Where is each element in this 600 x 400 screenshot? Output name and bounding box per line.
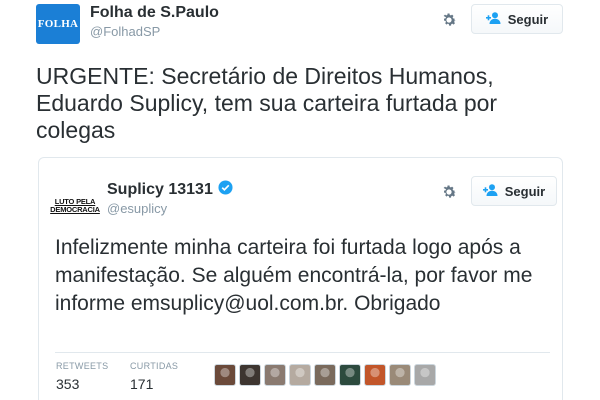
quoted-tweet-card[interactable]: LUTO PELA DEMOCRACIA Suplicy 13131 @esup…	[38, 157, 563, 400]
outer-follow-button[interactable]: Seguir	[471, 4, 563, 34]
gear-icon[interactable]	[439, 182, 459, 202]
liker-avatar[interactable]	[214, 364, 236, 386]
likes-stat[interactable]: CURTIDAS 171	[130, 361, 178, 392]
liker-avatar[interactable]	[364, 364, 386, 386]
folha-avatar-text: FOLHA	[37, 18, 79, 30]
retweets-label: RETWEETS	[56, 361, 109, 371]
follow-person-icon	[485, 11, 502, 27]
liker-avatar[interactable]	[239, 364, 261, 386]
quoted-tweet-text: Infelizmente minha carteira foi furtada …	[55, 236, 533, 315]
outer-tweet-text: URGENTE: Secretário de Direitos Humanos,…	[36, 63, 498, 143]
follow-person-icon	[482, 183, 499, 199]
retweets-stat[interactable]: RETWEETS 353	[56, 361, 108, 392]
verified-badge-icon	[218, 180, 233, 200]
retweets-count: 353	[56, 376, 80, 392]
outer-author-name[interactable]: Folha de S.Paulo	[90, 4, 219, 22]
likes-count: 171	[130, 376, 154, 392]
liker-avatars	[214, 364, 436, 386]
quoted-follow-button[interactable]: Seguir	[471, 176, 557, 206]
gear-icon[interactable]	[439, 10, 459, 30]
liker-avatar[interactable]	[314, 364, 336, 386]
avatar-line-2: DEMOCRACIA	[50, 205, 100, 214]
liker-avatar[interactable]	[339, 364, 361, 386]
quoted-author-name-text: Suplicy 13131	[107, 181, 213, 198]
quoted-follow-label: Seguir	[504, 183, 546, 199]
liker-avatar[interactable]	[414, 364, 436, 386]
quoted-author-name[interactable]: Suplicy 13131	[107, 180, 233, 200]
outer-follow-label: Seguir	[507, 11, 549, 27]
suplicy-avatar[interactable]: LUTO PELA DEMOCRACIA	[50, 184, 100, 228]
quoted-author-handle[interactable]: @esuplicy	[107, 201, 167, 216]
stats-divider	[55, 352, 550, 353]
folha-avatar[interactable]: FOLHA	[36, 4, 80, 44]
liker-avatar[interactable]	[264, 364, 286, 386]
outer-author-handle[interactable]: @FolhadSP	[90, 24, 160, 39]
liker-avatar[interactable]	[289, 364, 311, 386]
likes-label: CURTIDAS	[130, 361, 179, 371]
liker-avatar[interactable]	[389, 364, 411, 386]
outer-tweet-header: FOLHA Folha de S.Paulo @FolhadSP Seguir	[36, 4, 576, 44]
